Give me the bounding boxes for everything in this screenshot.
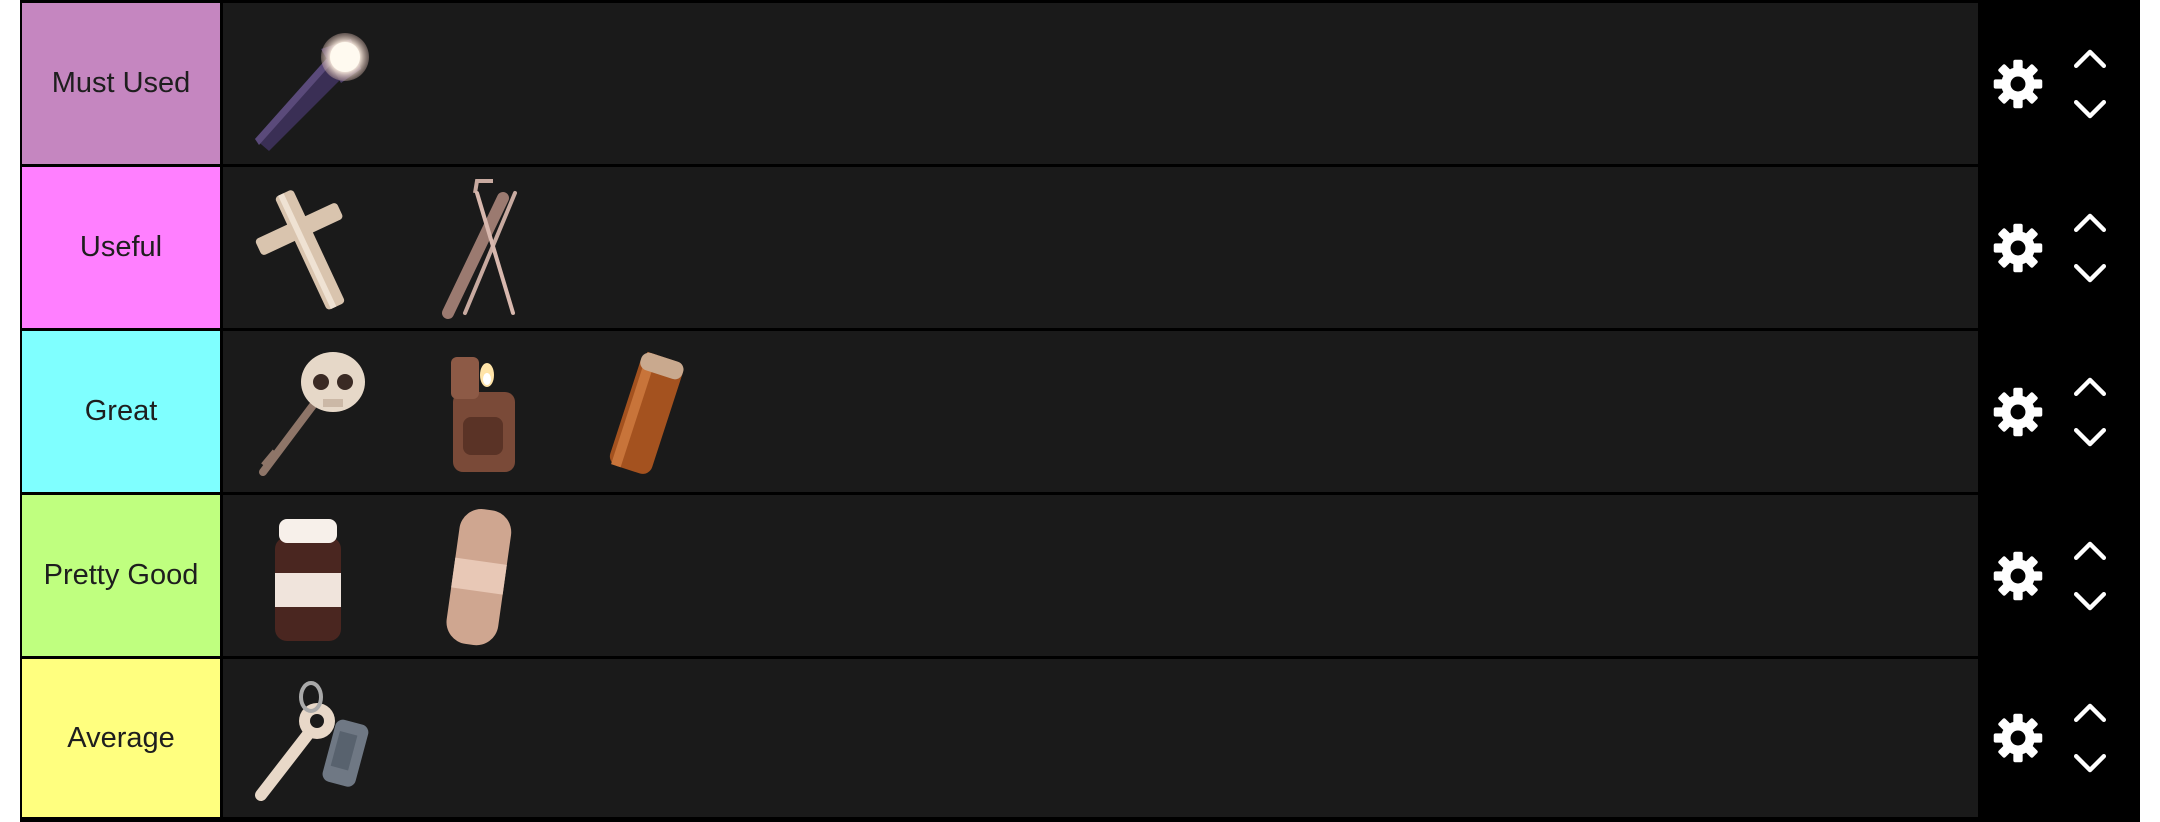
gear-icon[interactable] [1988,54,2048,114]
chevron-up-icon[interactable] [2068,207,2112,237]
tier-label[interactable]: Great [20,331,220,492]
tier-label[interactable]: Average [20,659,220,817]
move-arrows [2068,697,2112,779]
gear-icon[interactable] [1988,382,2048,442]
tier-row-great: Great [20,328,2140,492]
tier-label[interactable]: Must Used [20,3,220,164]
chevron-up-icon[interactable] [2068,43,2112,73]
tier-row-useful: Useful [20,164,2140,328]
tier-items[interactable] [220,331,1978,492]
gear-icon[interactable] [1988,546,2048,606]
tier-controls [1978,3,2140,164]
tier-items[interactable] [220,3,1978,164]
vitamins-bottle-icon[interactable] [233,501,383,651]
tier-controls [1978,659,2140,817]
tier-list: Must Used Useful Great Pretty Good Avera… [20,0,2140,822]
chevron-down-icon[interactable] [2068,259,2112,289]
tier-label-text: Average [67,721,175,754]
tier-controls [1978,331,2140,492]
move-arrows [2068,43,2112,125]
key-with-tag-icon[interactable] [233,663,383,813]
tier-items[interactable] [220,495,1978,656]
chevron-up-icon[interactable] [2068,697,2112,727]
move-arrows [2068,371,2112,453]
tier-items[interactable] [220,659,1978,817]
flashlight-icon[interactable] [233,9,383,159]
chevron-down-icon[interactable] [2068,95,2112,125]
skeleton-key-icon[interactable] [233,337,383,487]
tier-label-text: Must Used [51,67,191,99]
chevron-up-icon[interactable] [2068,371,2112,401]
chevron-down-icon[interactable] [2068,423,2112,453]
move-arrows [2068,535,2112,617]
tier-row-must-used: Must Used [20,0,2140,164]
tier-row-average: Average [20,656,2140,820]
lockpick-icon[interactable] [403,173,553,323]
crucifix-icon[interactable] [233,173,383,323]
chevron-down-icon[interactable] [2068,749,2112,779]
tier-label-text: Useful [79,231,163,263]
tier-controls [1978,167,2140,328]
bandage-icon[interactable] [403,501,553,651]
tier-row-pretty-good: Pretty Good [20,492,2140,656]
gear-icon[interactable] [1988,708,2048,768]
tier-controls [1978,495,2140,656]
battery-icon[interactable] [573,337,723,487]
gear-icon[interactable] [1988,218,2048,278]
tier-label-text: Pretty Good [43,559,199,591]
tier-label[interactable]: Useful [20,167,220,328]
chevron-up-icon[interactable] [2068,535,2112,565]
tier-label-text: Great [84,395,158,427]
tier-label[interactable]: Pretty Good [20,495,220,656]
move-arrows [2068,207,2112,289]
tier-items[interactable] [220,167,1978,328]
chevron-down-icon[interactable] [2068,587,2112,617]
lighter-icon[interactable] [403,337,553,487]
